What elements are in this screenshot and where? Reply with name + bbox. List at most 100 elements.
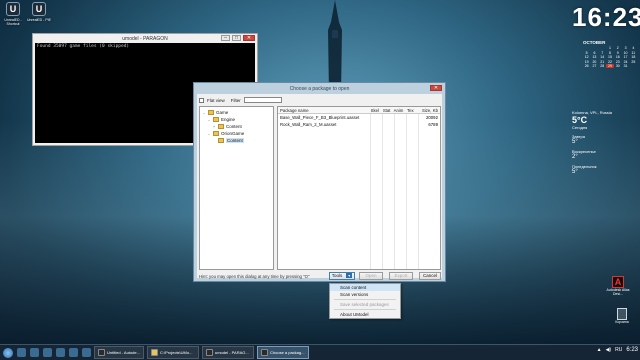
- desktop-icon-label: UnrealED - Shortcut: [4, 18, 22, 26]
- system-tray: ▲ ◀) RU 6:23: [597, 347, 638, 353]
- calendar-day: 12: [584, 55, 589, 59]
- minimize-button[interactable]: –: [221, 35, 230, 41]
- folder-icon: [213, 131, 219, 136]
- tree-toggle[interactable]: +: [212, 124, 216, 129]
- tree-toggle[interactable]: –: [207, 131, 211, 136]
- package-size: 20092: [426, 115, 438, 120]
- calendar-day: 30: [615, 64, 620, 68]
- pinned-app-icon[interactable]: [69, 348, 78, 357]
- start-button[interactable]: [3, 347, 13, 358]
- menu-item-scan-content[interactable]: Scan content: [330, 284, 400, 291]
- calendar-day: [591, 46, 598, 50]
- column-tex[interactable]: Tex: [404, 108, 416, 113]
- folder-icon: [208, 110, 214, 115]
- pinned-app-icon[interactable]: [43, 348, 52, 357]
- tree-node-oriongame[interactable]: – OrionGame: [202, 130, 271, 137]
- column-skel[interactable]: Skel: [369, 108, 381, 113]
- filter-input[interactable]: [243, 97, 282, 103]
- menu-separator: [334, 299, 396, 300]
- tree-node-label: Content: [226, 124, 242, 129]
- taskbar-task-label: umodel - PARAG...: [215, 350, 249, 355]
- taskbar-task-explorer[interactable]: C:\Projects\UMo...: [147, 346, 199, 359]
- calendar-day: 24: [623, 59, 628, 64]
- tools-button-label: Tools: [331, 273, 343, 278]
- column-anim[interactable]: Anim: [393, 108, 405, 113]
- calendar-day: 19: [584, 59, 589, 64]
- tree-node-engine[interactable]: – Engine: [202, 116, 271, 123]
- close-button[interactable]: ✕: [243, 35, 255, 41]
- forecast-temp: 5°: [572, 169, 578, 175]
- column-divider: [394, 114, 395, 269]
- app-icon: [261, 349, 268, 356]
- calendar-day: 18: [631, 55, 636, 59]
- package-list[interactable]: Package name Skel Stat Anim Tex Size, Kb…: [277, 106, 441, 270]
- language-indicator[interactable]: RU: [615, 347, 622, 353]
- folder-icon: [218, 138, 224, 143]
- tree-node-engine-content[interactable]: + Content: [202, 123, 271, 130]
- tree-toggle[interactable]: –: [202, 110, 206, 115]
- console-title: umodel - PARAGON: [122, 35, 168, 42]
- console-titlebar[interactable]: umodel - PARAGON – □ ✕: [33, 34, 257, 43]
- recycle-bin-icon: [617, 308, 627, 320]
- console-output-text: Found 35097 game files (0 skipped): [37, 44, 130, 49]
- wallpaper-tower: [328, 0, 342, 95]
- tray-clock[interactable]: 6:23: [626, 347, 638, 353]
- maximize-button[interactable]: □: [232, 35, 241, 41]
- table-row[interactable]: Rock_Wall_Ram_2_M.uasset 6789: [278, 121, 440, 128]
- export-button[interactable]: Export: [389, 272, 413, 280]
- taskbar-task-label: Choose a packag...: [270, 350, 305, 355]
- pinned-app-icon[interactable]: [30, 348, 39, 357]
- forecast-temp: 2°: [572, 154, 578, 160]
- pinned-app-icon[interactable]: [56, 348, 65, 357]
- choose-package-dialog: Choose a package to open ✕ Flat view Fil…: [193, 82, 446, 282]
- taskbar-task-autodesk[interactable]: Untitled - Autode...: [94, 346, 144, 359]
- taskbar-task-umodel[interactable]: umodel - PARAG...: [202, 346, 254, 359]
- calendar-day: 4: [632, 46, 635, 50]
- calendar-day: 13: [592, 55, 597, 59]
- tree-toggle[interactable]: –: [207, 117, 211, 122]
- desktop-icon-unreal-pie[interactable]: U UnrealED - PIE: [26, 2, 52, 22]
- pinned-app-icon[interactable]: [17, 348, 26, 357]
- menu-item-scan-versions[interactable]: Scan versions: [330, 291, 400, 298]
- weather-temp: 5°C: [572, 115, 588, 125]
- dialog-title: Choose a package to open: [289, 85, 350, 92]
- calendar-day: [599, 46, 606, 50]
- app-icon: [98, 349, 105, 356]
- taskbar-task-choose-package[interactable]: Choose a packag...: [257, 346, 309, 359]
- desktop-icon-recycle-bin[interactable]: Корзина: [610, 308, 634, 324]
- dialog-close-button[interactable]: ✕: [430, 85, 442, 91]
- weather-today-label: Сегодня: [572, 125, 588, 130]
- desktop-icon-label: UnrealED - PIE: [27, 18, 51, 22]
- folder-icon: [151, 349, 158, 356]
- desktop-icon-autodesk-alias[interactable]: A Autodesk Alias Desi...: [606, 276, 630, 296]
- column-package-name[interactable]: Package name: [278, 108, 369, 113]
- cancel-button[interactable]: Cancel: [419, 272, 441, 280]
- clock-widget: 16:23: [572, 2, 640, 33]
- tray-icon[interactable]: ▲: [597, 347, 602, 353]
- column-stat[interactable]: Stat: [381, 108, 393, 113]
- table-row[interactable]: Base_Wall_Piece_F_B3_Blueprint.uasset 20…: [278, 114, 440, 121]
- calendar-widget: OCTOBER 1 2 3 4 5 6 7 8 9 10 11 12 13 14 15 16 17 18 19 20 2…: [583, 40, 637, 69]
- pinned-app-icon[interactable]: [82, 348, 91, 357]
- column-divider: [418, 114, 419, 269]
- column-size[interactable]: Size, Kb: [416, 108, 440, 113]
- menu-item-save-selected-packages[interactable]: Save selected packages: [330, 301, 400, 308]
- desktop-icon-label: Autodesk Alias Desi...: [606, 288, 630, 296]
- tree-node-oriongame-content[interactable]: Content: [202, 137, 271, 144]
- tools-button[interactable]: Tools ▾: [329, 272, 355, 280]
- calendar-day: 1: [609, 46, 611, 50]
- dialog-titlebar[interactable]: Choose a package to open ✕: [194, 83, 445, 94]
- taskbar: Untitled - Autode... C:\Projects\UMo... …: [0, 344, 640, 360]
- calendar-day: 23: [615, 59, 620, 64]
- package-name: Base_Wall_Piece_F_B3_Blueprint.uasset: [280, 115, 360, 120]
- calendar-day: 6: [593, 50, 596, 55]
- open-button[interactable]: Open: [359, 272, 383, 280]
- desktop-icon-unreal-shortcut[interactable]: U UnrealED - Shortcut: [0, 2, 26, 26]
- folder-tree[interactable]: – Game – Engine + Content – OrionGame Co…: [199, 106, 274, 270]
- forecast-day: Воскресенье 2°: [572, 149, 638, 160]
- flat-view-checkbox[interactable]: [199, 97, 204, 103]
- speaker-icon[interactable]: ◀): [606, 347, 612, 353]
- tree-node-game[interactable]: – Game: [202, 109, 271, 116]
- menu-item-about-umodel[interactable]: About UModel: [330, 311, 400, 318]
- calendar-day: 26: [584, 64, 589, 68]
